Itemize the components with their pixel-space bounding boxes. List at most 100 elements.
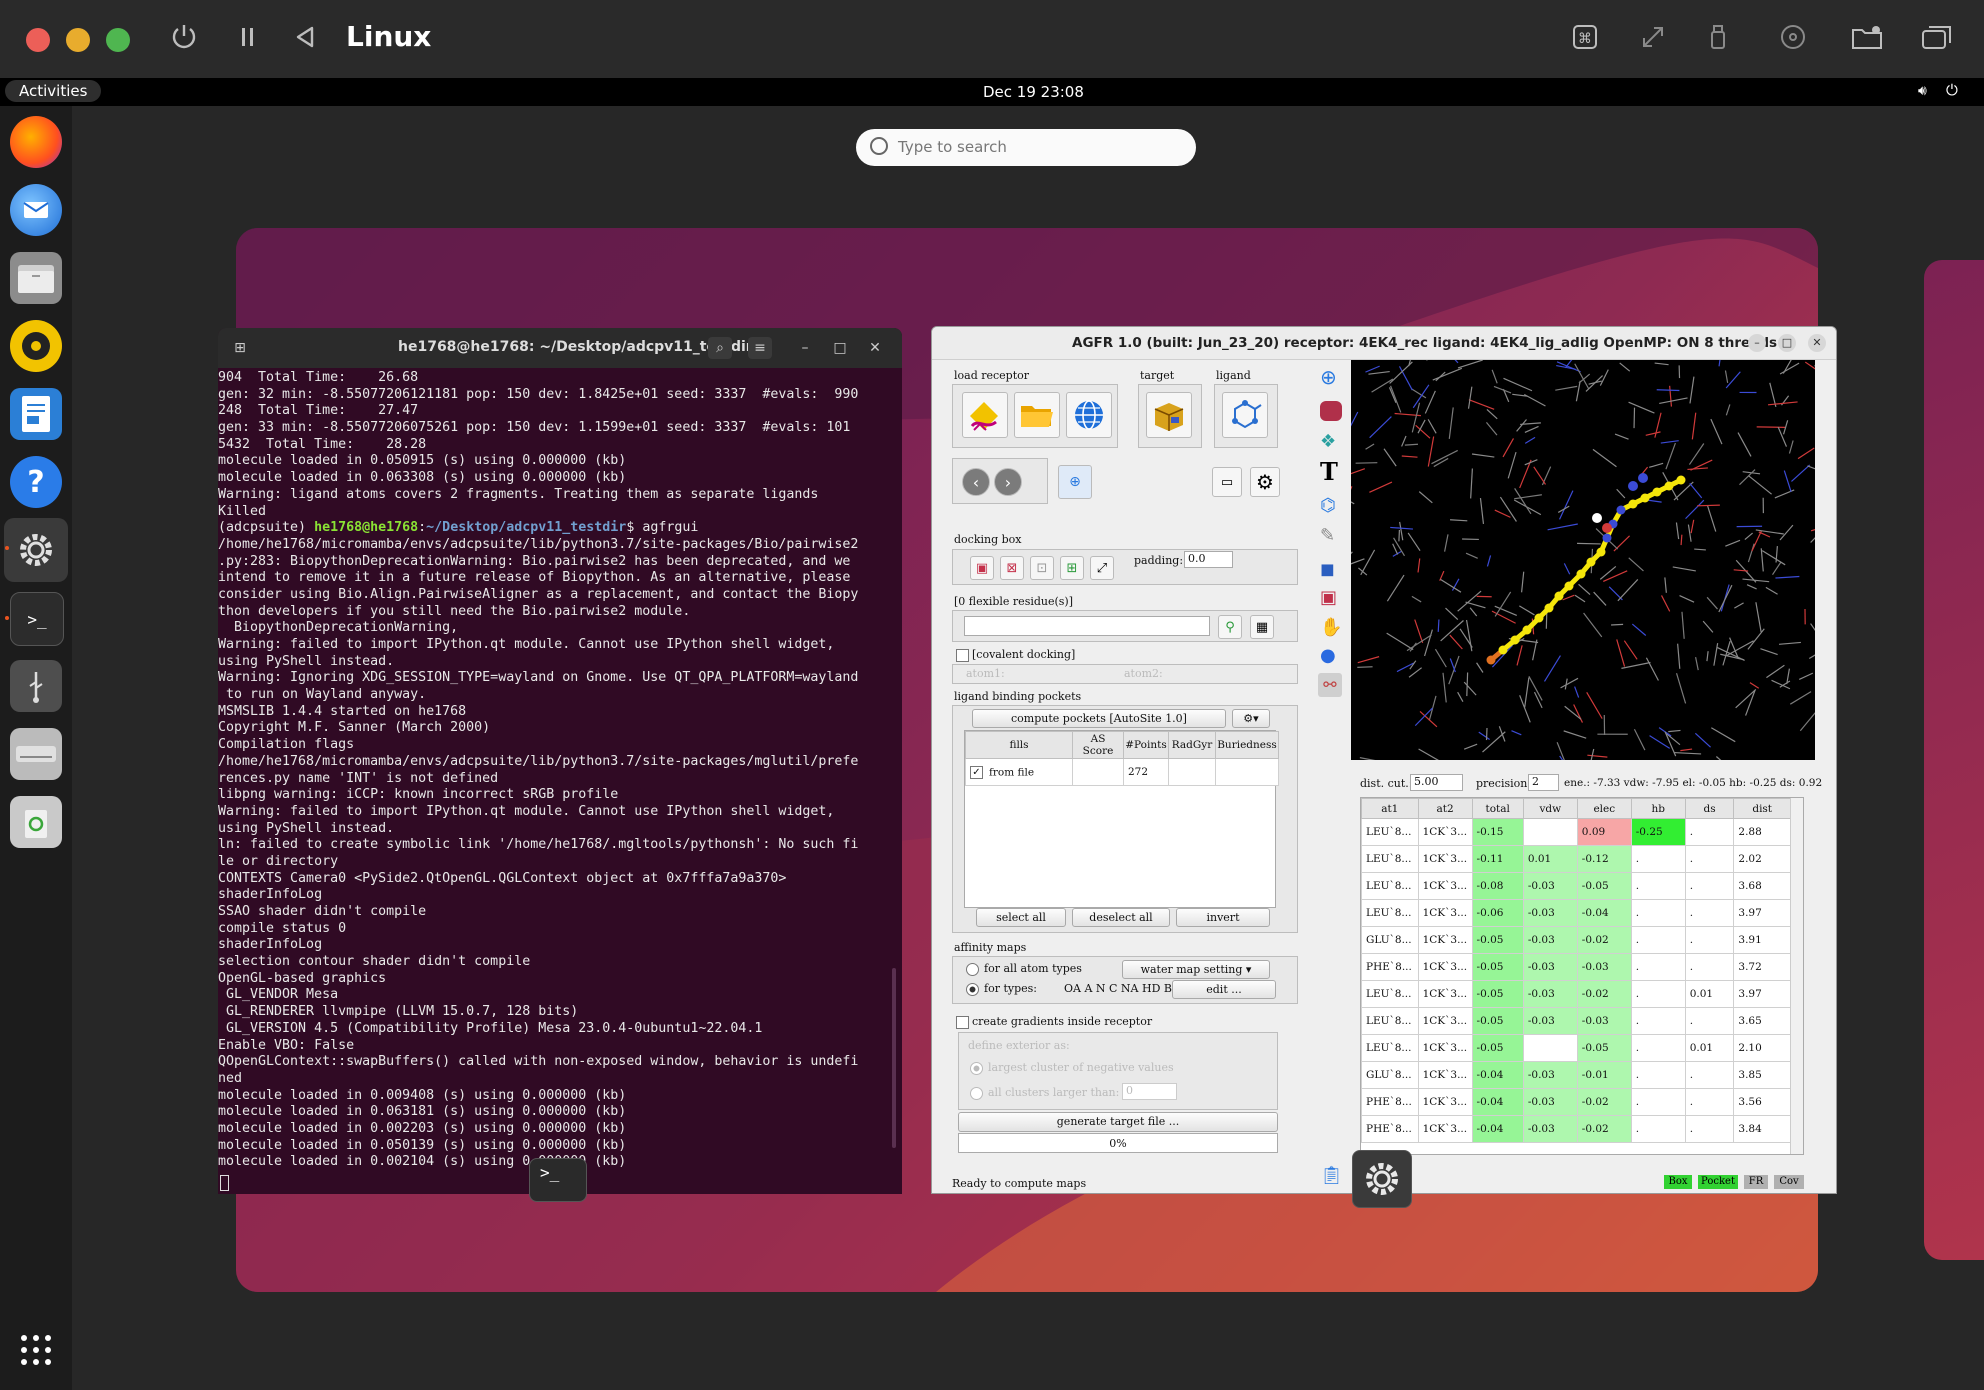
interaction-col-ds[interactable]: ds: [1684, 798, 1735, 819]
interaction-table[interactable]: at1 at2 total vdw elec hb ds dist LEU`8... 1CK`3…: [1360, 797, 1804, 1155]
cube-icon[interactable]: ◼: [1320, 559, 1335, 580]
fetch-web-icon[interactable]: [1066, 392, 1112, 438]
pocket-settings-icon[interactable]: ⚙▾: [1232, 709, 1270, 728]
measure-icon[interactable]: ✎: [1320, 525, 1335, 546]
select-all-button[interactable]: select all: [976, 908, 1066, 927]
table-row[interactable]: PHE`8... 1CK`3... -0.05 -0.03 -0.03.. 3.72: [1361, 953, 1791, 981]
minimize-button[interactable]: [66, 28, 90, 52]
maximize-icon[interactable]: □: [828, 337, 852, 359]
box-receptor-icon[interactable]: ⊠: [1000, 556, 1024, 580]
close-icon[interactable]: ✕: [1808, 334, 1826, 352]
pick-residue-icon[interactable]: ⚲: [1218, 615, 1242, 639]
next-workspace-thumbnail[interactable]: [1924, 260, 1984, 1260]
pockets-col-buriedness[interactable]: Buriedness: [1215, 731, 1279, 759]
interaction-icon[interactable]: ⚯: [1318, 673, 1342, 697]
zoom-button[interactable]: [106, 28, 130, 52]
clusters-size-field[interactable]: 0: [1122, 1083, 1177, 1100]
interaction-col-total[interactable]: total: [1471, 798, 1524, 819]
back-arrow-icon[interactable]: ‹: [962, 468, 990, 496]
firefox-icon[interactable]: [10, 116, 62, 168]
settings-app-badge[interactable]: [1352, 1150, 1412, 1208]
deselect-all-button[interactable]: deselect all: [1072, 908, 1170, 927]
water-map-setting-dropdown[interactable]: water map setting ▾: [1122, 960, 1270, 979]
dist-cut-field[interactable]: 5.00: [1410, 774, 1463, 791]
largest-cluster-radio[interactable]: [970, 1062, 983, 1075]
show-apps-icon[interactable]: [10, 1324, 62, 1376]
close-icon[interactable]: ✕: [863, 337, 887, 359]
activities-button[interactable]: Activities: [5, 80, 102, 102]
windows-icon[interactable]: [1920, 22, 1954, 60]
gradients-checkbox[interactable]: [956, 1016, 969, 1029]
pocket-checkbox[interactable]: ✓: [970, 765, 983, 779]
all-atom-types-radio[interactable]: [966, 963, 979, 976]
agfr-titlebar[interactable]: AGFR 1.0 (built: Jun_23_20) receptor: 4E…: [932, 327, 1836, 360]
cd-icon[interactable]: [1778, 22, 1808, 60]
for-types-radio[interactable]: [966, 983, 979, 996]
compute-pockets-button[interactable]: compute pockets [AutoSite 1.0]: [972, 709, 1226, 728]
table-row[interactable]: PHE`8... 1CK`3... -0.04 -0.03 -0.02.. 3.56: [1361, 1088, 1791, 1116]
power-icon[interactable]: [170, 22, 198, 60]
status-tag-cov[interactable]: Cov: [1774, 1175, 1804, 1189]
resize-icon[interactable]: [1638, 22, 1668, 60]
search-input[interactable]: Type to search: [898, 138, 1007, 156]
interaction-col-dist[interactable]: dist: [1733, 798, 1791, 819]
box-selection-icon[interactable]: ⊡: [1030, 556, 1054, 580]
clock[interactable]: Dec 19 23:08: [983, 83, 1084, 101]
command-icon[interactable]: ⌘: [1570, 22, 1600, 60]
table-row[interactable]: LEU`8... 1CK`3... -0.05 -0.05. 0.01 2.10: [1361, 1034, 1791, 1062]
power-icon[interactable]: ⏻: [1946, 81, 1958, 99]
table-scrollbar[interactable]: [1790, 798, 1803, 1154]
usb-drive-icon[interactable]: [10, 660, 62, 712]
interaction-col-vdw[interactable]: vdw: [1522, 798, 1578, 819]
hand-icon[interactable]: ✋: [1320, 617, 1342, 638]
terminal-scrollbar[interactable]: [892, 968, 896, 1148]
trash-icon[interactable]: [10, 796, 62, 848]
table-row[interactable]: GLU`8... 1CK`3... -0.05 -0.03 -0.02.. 3.91: [1361, 926, 1791, 954]
box-ligand-icon[interactable]: ▣: [970, 556, 994, 580]
rhythmbox-icon[interactable]: [10, 320, 62, 372]
covalent-checkbox[interactable]: [956, 649, 969, 662]
table-row[interactable]: LEU`8... 1CK`3... -0.06 -0.03 -0.04.. 3.97: [1361, 899, 1791, 927]
load-pdb-icon[interactable]: [962, 392, 1008, 438]
writer-icon[interactable]: [10, 388, 62, 440]
interaction-col-elec[interactable]: elec: [1576, 798, 1632, 819]
close-button[interactable]: [26, 28, 50, 52]
invert-button[interactable]: invert: [1176, 908, 1270, 927]
generate-target-file-button[interactable]: generate target file ...: [958, 1112, 1278, 1132]
table-row[interactable]: LEU`8... 1CK`3... -0.05 -0.03 -0.02. 0.01 3.97: [1361, 980, 1791, 1008]
all-clusters-radio[interactable]: [970, 1087, 983, 1100]
new-tab-icon[interactable]: ⊞: [228, 337, 252, 359]
maximize-icon[interactable]: □: [1778, 334, 1796, 352]
open-folder-icon[interactable]: [1014, 392, 1060, 438]
table-row[interactable]: LEU`8... 1CK`3... -0.05 -0.03 -0.03.. 3.65: [1361, 1007, 1791, 1035]
flexible-residues-input[interactable]: [964, 616, 1210, 636]
help-icon[interactable]: ?: [10, 456, 62, 508]
pockets-col-as-score[interactable]: AS Score: [1072, 731, 1124, 759]
box-view-icon[interactable]: ▣: [1320, 587, 1337, 608]
balloon-icon[interactable]: ●: [1320, 645, 1336, 666]
clipboard-icon[interactable]: 📋︎: [1320, 1165, 1343, 1186]
terminal-window[interactable]: ⊞ he1768@he1768: ~/Desktop/adcpv11_testd…: [218, 328, 902, 1194]
precision-field[interactable]: 2: [1528, 774, 1559, 791]
terminal-titlebar[interactable]: ⊞ he1768@he1768: ~/Desktop/adcpv11_testd…: [218, 328, 902, 368]
settings-gear-icon[interactable]: ⚙: [1250, 467, 1280, 497]
bonds-icon[interactable]: ⌬: [1320, 495, 1336, 516]
edit-types-button[interactable]: edit ...: [1172, 980, 1276, 999]
status-tag-pocket[interactable]: Pocket: [1698, 1175, 1738, 1189]
search-icon[interactable]: ⌕: [708, 337, 732, 359]
back-icon[interactable]: [294, 22, 316, 60]
residue-table-icon[interactable]: ▦: [1250, 615, 1274, 639]
box-pocket-icon[interactable]: ⊞: [1060, 556, 1084, 580]
terminal-app-badge[interactable]: >_: [529, 1158, 587, 1202]
pause-icon[interactable]: [238, 22, 258, 60]
table-row[interactable]: LEU`8... 1CK`3... -0.08 -0.03 -0.05.. 3.68: [1361, 872, 1791, 900]
interaction-col-at2[interactable]: at2: [1417, 798, 1473, 819]
center-view-icon[interactable]: ⊕: [1058, 465, 1092, 499]
table-row[interactable]: ✓ from file 272: [965, 758, 1279, 786]
interaction-col-at1[interactable]: at1: [1361, 798, 1419, 819]
status-tag-box[interactable]: Box: [1664, 1175, 1692, 1189]
settings-icon[interactable]: [4, 518, 68, 582]
load-target-icon[interactable]: [1146, 392, 1192, 438]
crosshair-icon[interactable]: ⊕: [1320, 365, 1337, 389]
drive-icon[interactable]: [10, 728, 62, 780]
